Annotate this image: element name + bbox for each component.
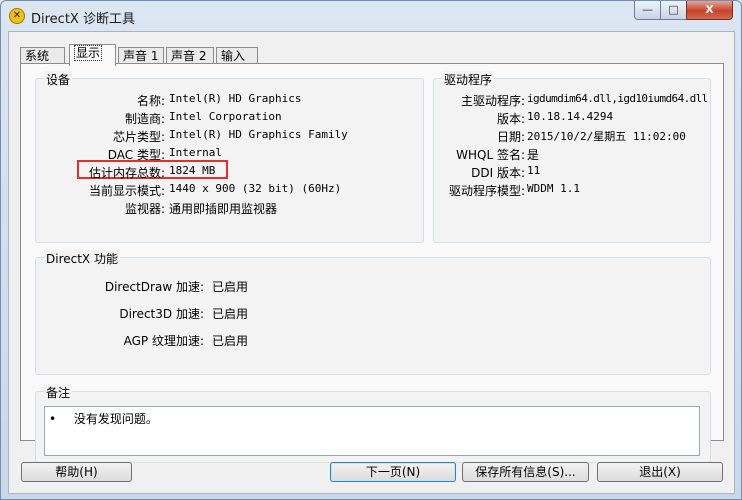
notes-group-title: 备注: [44, 384, 73, 401]
driver-value-ddi: 11: [527, 164, 541, 177]
window-title: DirectX 诊断工具: [31, 12, 135, 27]
next-page-button[interactable]: 下一页(N): [330, 462, 456, 482]
device-value-name: Intel(R) HD Graphics: [169, 92, 302, 105]
client-area: 系统 显示 声音 1 声音 2 输入 设备 名称: Intel(R) HD Gr…: [8, 31, 735, 494]
driver-label-version: 版本:: [496, 112, 525, 126]
device-row-display-mode: 当前显示模式: 1440 x 900 (32 bit) (60Hz): [36, 182, 425, 198]
device-row-name: 名称: Intel(R) HD Graphics: [36, 92, 425, 108]
device-row-manufacturer: 制造商: Intel Corporation: [36, 110, 425, 126]
save-all-info-button[interactable]: 保存所有信息(S)...: [462, 462, 589, 482]
help-button[interactable]: 帮助(H): [21, 462, 132, 482]
device-label-display-mode: 当前显示模式:: [88, 184, 165, 198]
maximize-button[interactable]: □: [660, 1, 687, 20]
driver-row-version: 版本: 10.18.14.4294: [434, 110, 712, 126]
driver-value-main: igdumdim64.dll,igd10iumd64.dll: [527, 92, 708, 105]
notes-item-text: 没有发现问题。: [73, 412, 158, 426]
driver-label-ddi: DDI 版本:: [471, 166, 525, 180]
close-button[interactable]: X: [686, 1, 733, 20]
device-value-chip-type: Intel(R) HD Graphics Family: [169, 128, 348, 141]
feature-value-direct3d: 已启用: [212, 307, 249, 321]
driver-label-whql: WHQL 签名:: [456, 148, 525, 162]
driver-row-whql: WHQL 签名: 是: [434, 146, 712, 162]
device-value-display-mode: 1440 x 900 (32 bit) (60Hz): [169, 182, 342, 195]
device-label-chip-type: 芯片类型:: [112, 130, 165, 144]
display-tab-panel: 设备 名称: Intel(R) HD Graphics 制造商: Intel C…: [20, 63, 724, 463]
device-value-monitor: 通用即插即用监视器: [169, 202, 278, 216]
device-value-manufacturer: Intel Corporation: [169, 110, 282, 123]
device-group-title: 设备: [44, 71, 73, 88]
device-label-name: 名称:: [136, 94, 165, 108]
driver-row-ddi: DDI 版本: 11: [434, 164, 712, 180]
directx-diag-window: ✕ DirectX 诊断工具 — □ X 系统 显示 声音 1 声音 2 输入 …: [0, 0, 742, 500]
driver-label-date: 日期:: [496, 130, 525, 144]
driver-row-date: 日期: 2015/10/2/星期五 11:02:00: [434, 128, 712, 144]
device-label-manufacturer: 制造商:: [124, 112, 165, 126]
feature-value-directdraw: 已启用: [212, 280, 249, 294]
directx-icon: ✕: [9, 8, 25, 24]
driver-label-model: 驱动程序模型:: [448, 184, 525, 198]
feature-label-direct3d: Direct3D 加速:: [119, 307, 204, 321]
driver-value-model: WDDM 1.1: [527, 182, 580, 195]
driver-value-version: 10.18.14.4294: [527, 110, 614, 123]
device-row-chip-type: 芯片类型: Intel(R) HD Graphics Family: [36, 128, 425, 144]
driver-group-title: 驱动程序: [442, 71, 495, 88]
feature-row-agp: AGP 纹理加速: 已启用: [36, 332, 712, 348]
device-row-monitor: 监视器: 通用即插即用监视器: [36, 200, 425, 216]
feature-row-directdraw: DirectDraw 加速: 已启用: [36, 278, 712, 294]
notes-list-item: • 没有发现问题。: [49, 410, 158, 427]
notes-bullet: •: [49, 412, 57, 426]
feature-value-agp: 已启用: [212, 334, 249, 348]
device-value-memory: 1824 MB: [169, 164, 216, 177]
feature-label-agp: AGP 纹理加速:: [123, 334, 204, 348]
device-value-dac-type: Internal: [169, 146, 222, 159]
minimize-button[interactable]: —: [634, 1, 661, 20]
notes-textbox[interactable]: • 没有发现问题。: [44, 406, 700, 456]
device-label-memory: 估计内存总数:: [88, 166, 165, 180]
driver-value-date: 2015/10/2/星期五 11:02:00: [527, 130, 686, 143]
driver-label-main: 主驱动程序:: [460, 94, 525, 108]
directx-features-title: DirectX 功能: [44, 250, 120, 267]
device-group: 设备 名称: Intel(R) HD Graphics 制造商: Intel C…: [35, 71, 425, 243]
device-row-memory: 估计内存总数: 1824 MB: [36, 164, 425, 180]
driver-value-whql: 是: [527, 148, 540, 162]
notes-group: 备注 • 没有发现问题。: [35, 384, 711, 463]
feature-label-directdraw: DirectDraw 加速:: [104, 280, 204, 294]
title-bar[interactable]: ✕ DirectX 诊断工具 — □ X: [1, 1, 741, 31]
tab-display[interactable]: 显示: [69, 44, 116, 66]
driver-row-model: 驱动程序模型: WDDM 1.1: [434, 182, 712, 198]
driver-group: 驱动程序 主驱动程序: igdumdim64.dll,igd10iumd64.d…: [433, 71, 712, 243]
exit-button[interactable]: 退出(X): [597, 462, 723, 482]
directx-features-group: DirectX 功能 DirectDraw 加速: 已启用 Direct3D 加…: [35, 250, 712, 375]
device-label-monitor: 监视器:: [124, 202, 165, 216]
feature-row-direct3d: Direct3D 加速: 已启用: [36, 305, 712, 321]
driver-row-main: 主驱动程序: igdumdim64.dll,igd10iumd64.dll: [434, 92, 712, 108]
